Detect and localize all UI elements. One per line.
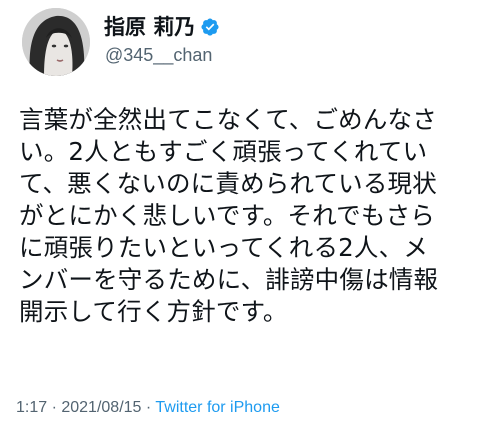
meta-separator: ·: [141, 399, 156, 416]
author-handle[interactable]: @345__chan: [105, 44, 212, 66]
tweet-date[interactable]: 2021/08/15: [61, 399, 141, 416]
tweet-text-line: がとにかく悲しいです。それでもさら: [19, 201, 435, 230]
avatar-image: [22, 8, 90, 76]
tweet-text-line: に頑張りたいといってくれる2人、メ: [19, 233, 429, 262]
tweet-text-line: い。2人ともすごく頑張ってくれてい: [19, 137, 428, 166]
tweet-text-line: て、悪くないのに責められている現状: [19, 169, 437, 198]
tweet-text-line: 開示して行く方針です。: [19, 297, 288, 326]
author-name-row: 指原 莉乃: [104, 14, 220, 40]
tweet-text: 言葉が全然出てこなくて、ごめんなさ い。2人ともすごく頑張ってくれてい て、悪く…: [19, 104, 493, 328]
avatar[interactable]: [22, 8, 90, 76]
meta-separator: ·: [47, 399, 62, 416]
tweet-time[interactable]: 1:17: [16, 399, 47, 416]
tweet-meta: 1:17 · 2021/08/15 · Twitter for iPhone: [16, 398, 280, 418]
tweet-text-line: 言葉が全然出てこなくて、ごめんなさ: [19, 105, 437, 134]
tweet-text-line: ンバーを守るために、誹謗中傷は情報: [19, 265, 439, 294]
author-display-name[interactable]: 指原 莉乃: [104, 14, 195, 40]
verified-badge-icon: [201, 18, 219, 36]
tweet-source-link[interactable]: Twitter for iPhone: [155, 399, 280, 416]
